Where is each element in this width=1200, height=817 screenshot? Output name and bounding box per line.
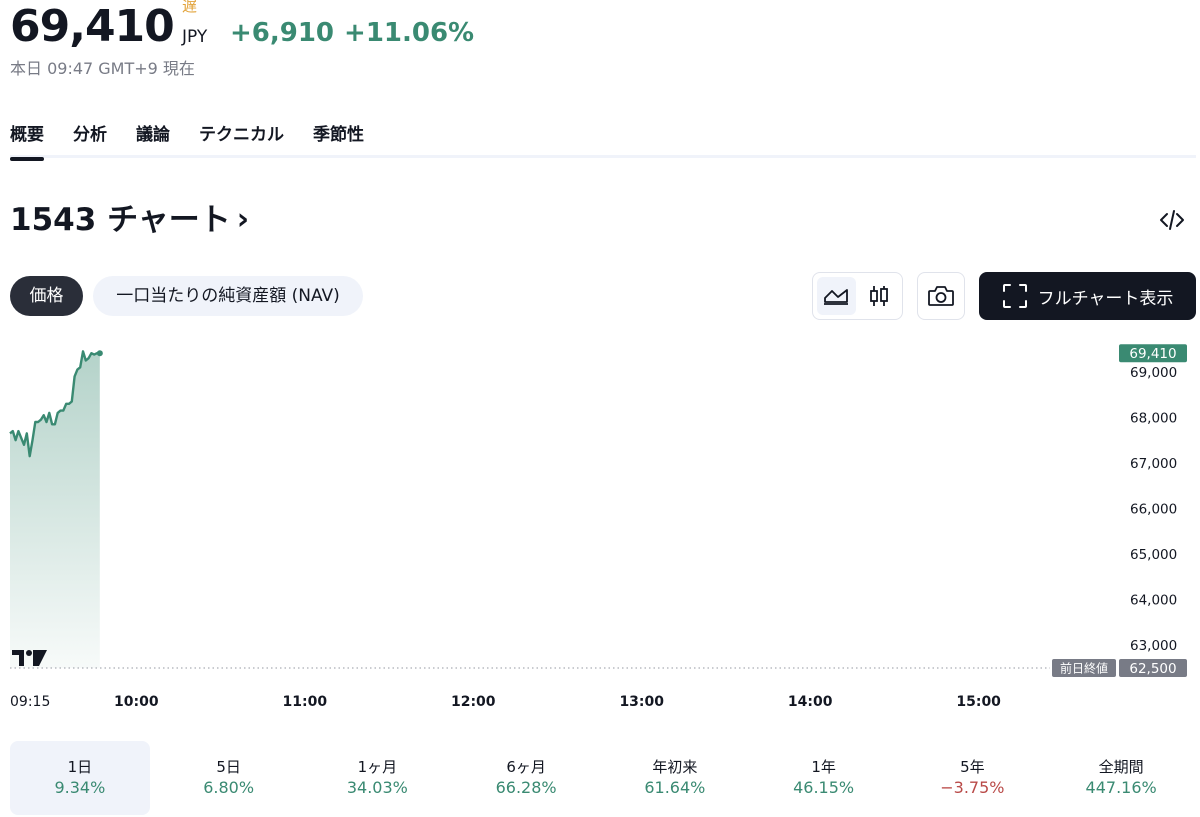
period-return: −3.75% [940,778,1005,797]
last-price: 69,410 [10,1,175,52]
area-chart-button[interactable] [817,277,856,315]
x-tick-label: 11:00 [283,694,328,710]
y-tick-label: 65,000 [1130,547,1177,563]
period-label: 1ヶ月 [357,758,398,776]
section-tabs: 概要 分析 議論 テクニカル 季節性 [10,122,1196,161]
area-chart-icon [824,289,849,305]
candlestick-icon [869,286,888,306]
period-return: 34.03% [346,778,408,797]
period-label: 全期間 [1098,758,1144,776]
change-absolute: +6,910 [230,18,335,48]
x-tick-label: 10:00 [114,694,159,710]
period-return: 6.80% [203,778,255,797]
tradingview-logo-dot [26,650,32,656]
camera-icon [928,286,954,306]
period-label: 5日 [216,758,241,776]
period-return: 447.16% [1085,778,1157,797]
chart-style-toggle [812,272,903,320]
period-all[interactable]: 全期間 447.16% [1051,741,1191,815]
chevron-right-icon: › [236,202,250,237]
y-tick-label: 69,000 [1130,365,1177,381]
period-1m[interactable]: 1ヶ月 34.03% [308,741,448,815]
fullscreen-icon [1002,284,1027,308]
last-point-marker [96,350,103,357]
previous-close-caption: 前日終値 [1060,661,1108,676]
period-1y[interactable]: 1年 46.15% [754,741,894,815]
period-label: 5年 [960,758,985,776]
period-label: 1年 [811,758,836,776]
full-chart-button[interactable]: フルチャート表示 [979,272,1196,320]
price-chart[interactable]: 69,000 68,000 67,000 66,000 65,000 64,000 63,0… [0,330,1200,720]
code-embed-icon [1160,210,1184,230]
nav-toggle-button[interactable]: 一口当たりの純資産額 (NAV) [93,276,363,316]
price-chart-svg: 69,000 68,000 67,000 66,000 65,000 64,000 63,0… [9,344,1187,710]
full-chart-label: フルチャート表示 [1037,288,1174,309]
period-1d[interactable]: 1日 9.34% [10,741,150,815]
quote-timestamp: 本日 09:47 GMT+9 現在 [10,59,195,78]
x-tick-label: 15:00 [956,694,1001,710]
price-area-fill [10,351,100,668]
candlestick-chart-button[interactable] [860,277,899,315]
x-tick-label: 12:00 [451,694,496,710]
period-label: 年初来 [652,758,698,776]
last-price-label: 69,410 [1129,346,1176,362]
delay-badge[interactable]: 遅 [182,0,197,16]
price-change: +6,910 +11.06% [230,16,484,50]
chart-title-link[interactable]: 1543 チャート › [10,198,249,242]
x-tick-label: 09:15 [10,694,50,710]
period-return: 66.28% [495,778,557,797]
performance-periods: 1日 9.34% 5日 6.80% 1ヶ月 34.03% 6ヶ月 66.28% … [10,741,1200,815]
tab-overview[interactable]: 概要 [10,122,44,161]
period-label: 6ヶ月 [506,758,546,776]
period-6m[interactable]: 6ヶ月 66.28% [456,741,596,815]
y-tick-label: 63,000 [1130,638,1177,654]
period-return: 9.34% [54,778,106,797]
chart-title: 1543 チャート [10,202,231,238]
period-ytd[interactable]: 年初来 61.64% [605,741,745,815]
tab-seasonals[interactable]: 季節性 [313,122,364,158]
tab-discussion[interactable]: 議論 [136,122,170,158]
period-return: 46.15% [793,778,855,797]
currency-label: JPY [182,27,208,47]
tab-technicals[interactable]: テクニカル [199,122,284,158]
y-tick-label: 67,000 [1130,456,1177,472]
tab-analysis[interactable]: 分析 [73,122,107,158]
y-tick-label: 64,000 [1130,593,1177,609]
period-label: 1日 [67,758,93,776]
x-tick-label: 14:00 [788,694,833,710]
snapshot-button[interactable] [917,272,965,320]
period-return: 61.64% [644,778,706,797]
period-5y[interactable]: 5年 −3.75% [903,741,1043,815]
embed-code-button[interactable] [1156,204,1188,236]
period-5d[interactable]: 5日 6.80% [159,741,299,815]
change-percent: +11.06% [344,18,475,48]
price-toggle-button[interactable]: 価格 [10,276,83,316]
y-tick-label: 68,000 [1130,410,1177,426]
y-tick-label: 66,000 [1130,502,1177,518]
x-tick-label: 13:00 [619,694,664,710]
previous-close-value: 62,500 [1129,661,1176,677]
